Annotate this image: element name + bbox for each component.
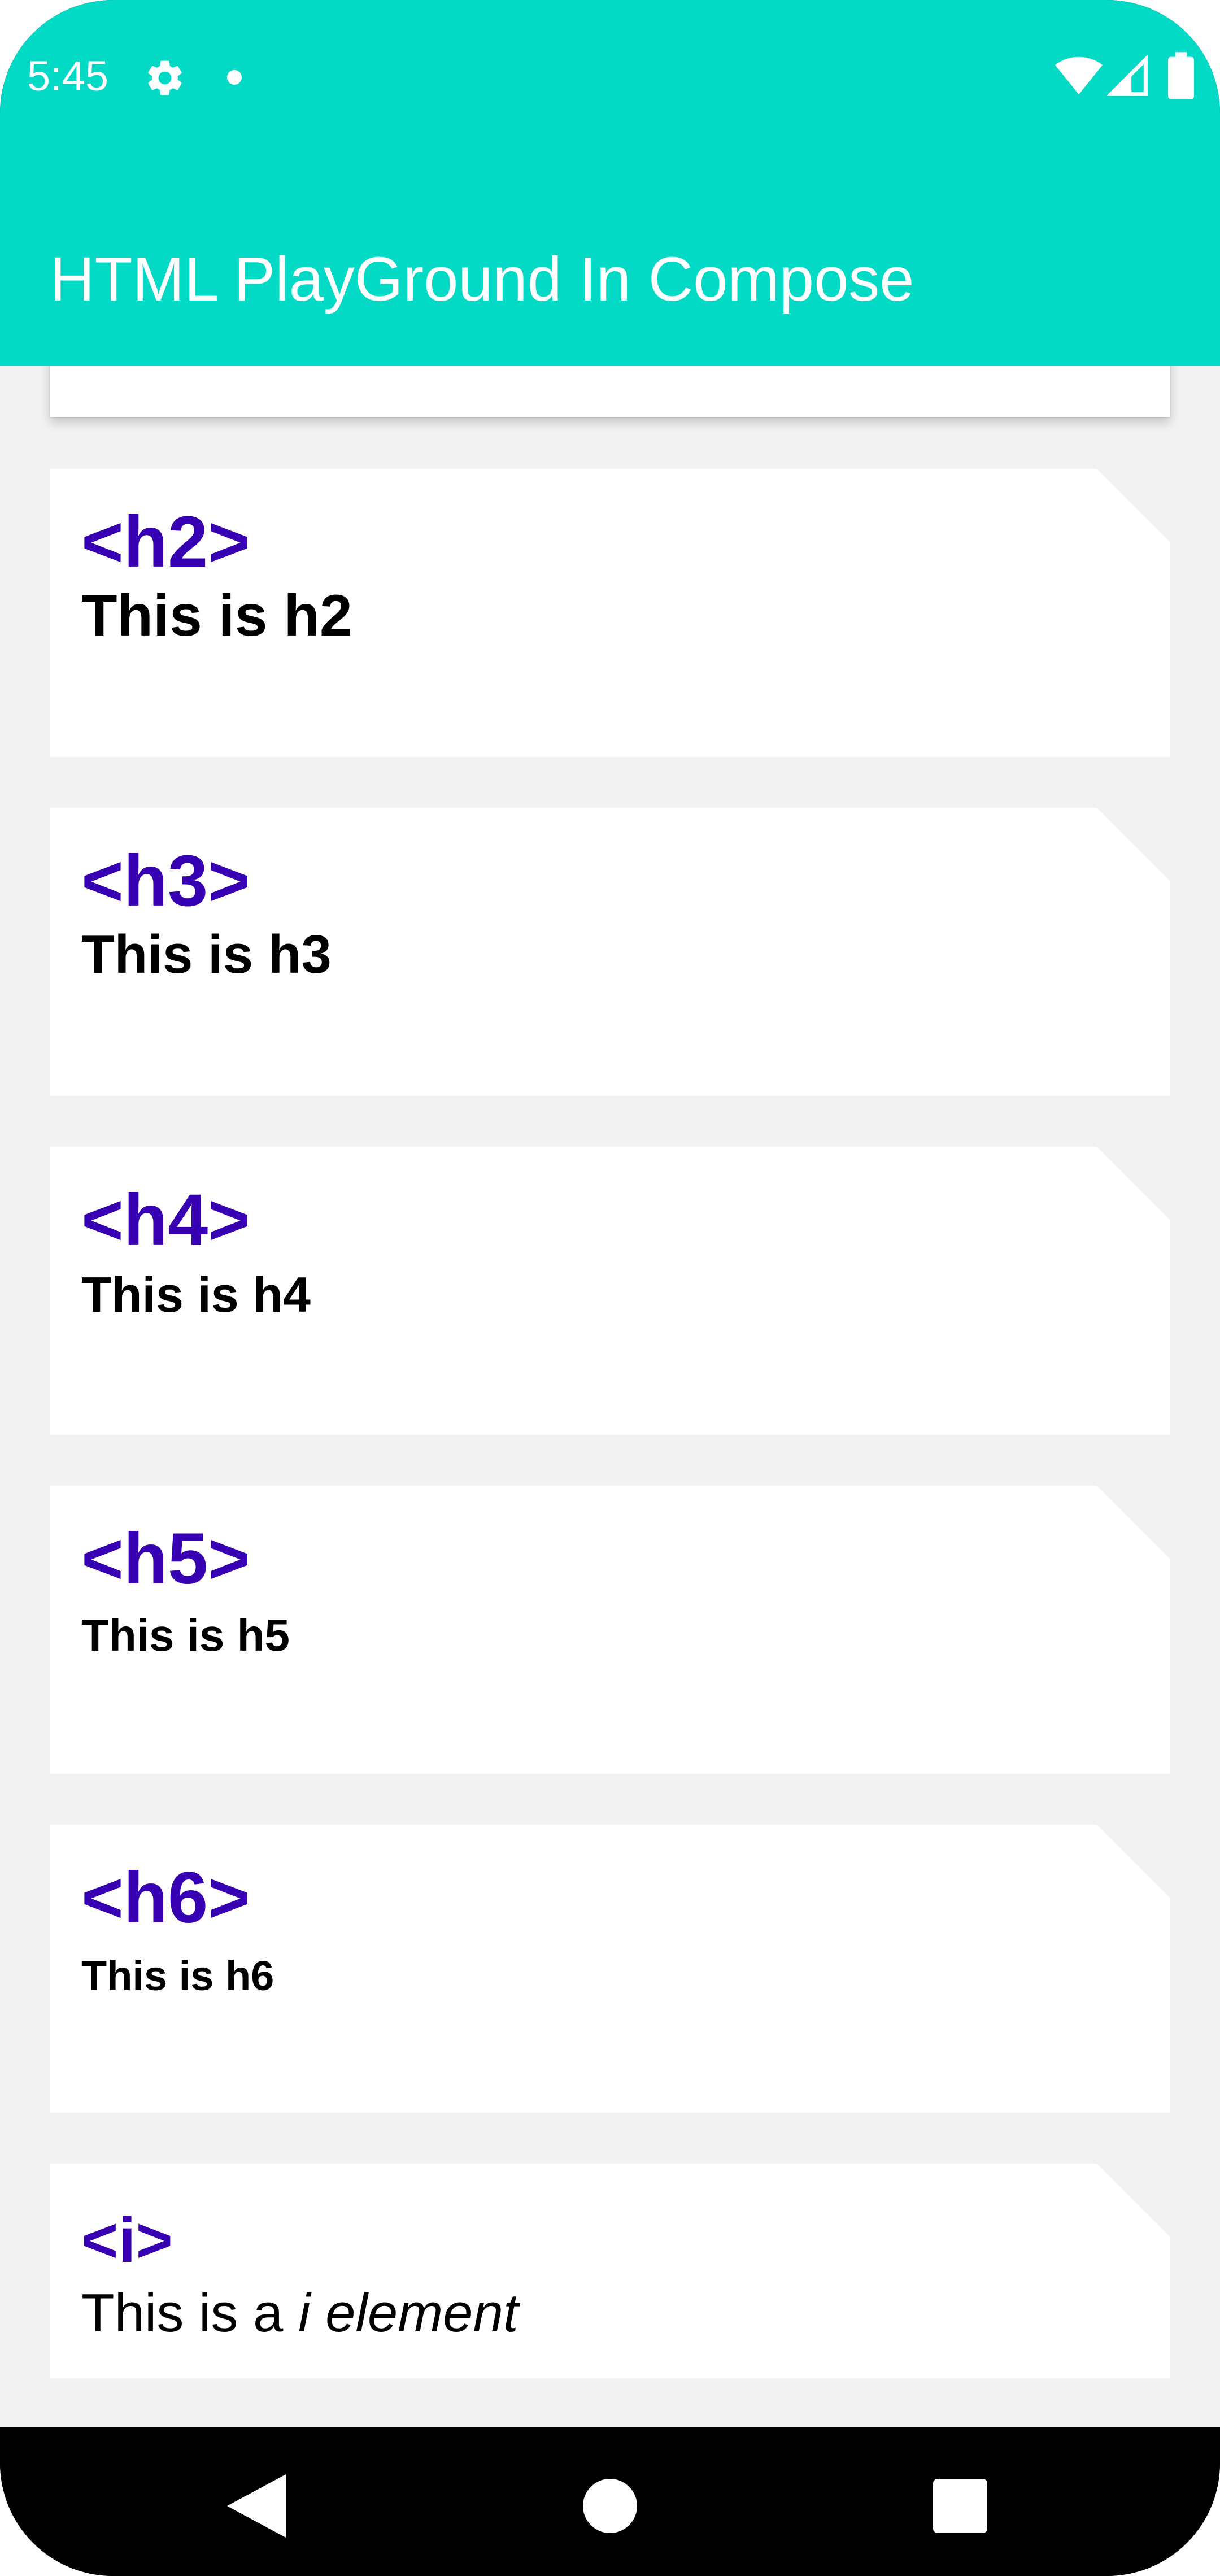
card-content: This is h5 [81,1610,290,1660]
card-content: This is h3 [81,924,332,985]
card-tag: <h4> [81,1180,250,1260]
card-content: This is h2 [81,583,352,649]
status-time: 5:45 [27,53,109,99]
card-content: This is a i element [81,2282,518,2344]
navigation-bar [0,2427,1220,2576]
wifi-icon [1055,56,1103,95]
list-item-h6-card: <h6> This is h6 [50,1825,1170,2113]
list-item-partial-card [50,366,1170,417]
card-content: This is h4 [81,1267,311,1322]
card-tag: <i> [81,2205,173,2275]
list-item-h3-card: <h3> This is h3 [50,808,1170,1096]
notification-dot-icon [227,70,242,85]
list-item-h2-card: <h2> This is h2 [50,469,1170,757]
list-item-h5-card: <h5> This is h5 [50,1486,1170,1774]
playground-list[interactable]: <h2> This is h2 <h3> This is h3 <h4> Thi… [0,366,1220,2427]
cell-signal-icon [1107,54,1148,96]
gear-icon [148,60,182,95]
card-tag: <h3> [81,841,250,921]
app-bar: 5:45 HTML PlayGround In Compose [0,0,1220,366]
recents-icon[interactable] [915,2461,1005,2551]
card-tag: <h5> [81,1518,250,1599]
list-item-h4-card: <h4> This is h4 [50,1147,1170,1435]
app-title: HTML PlayGround In Compose [50,245,914,314]
battery-icon [1168,52,1194,99]
card-content-italic: i element [298,2283,518,2343]
card-content-prefix: This is a [81,2283,299,2343]
back-icon[interactable] [209,2461,299,2551]
card-tag: <h6> [81,1857,250,1938]
card-content: This is h6 [81,1952,274,1999]
home-icon[interactable] [565,2461,655,2551]
card-tag: <h2> [81,502,250,582]
list-item-i-card: <i> This is a i element [50,2164,1170,2378]
phone-screen: 5:45 HTML PlayGround In Compose <h2> Thi… [0,0,1220,2576]
